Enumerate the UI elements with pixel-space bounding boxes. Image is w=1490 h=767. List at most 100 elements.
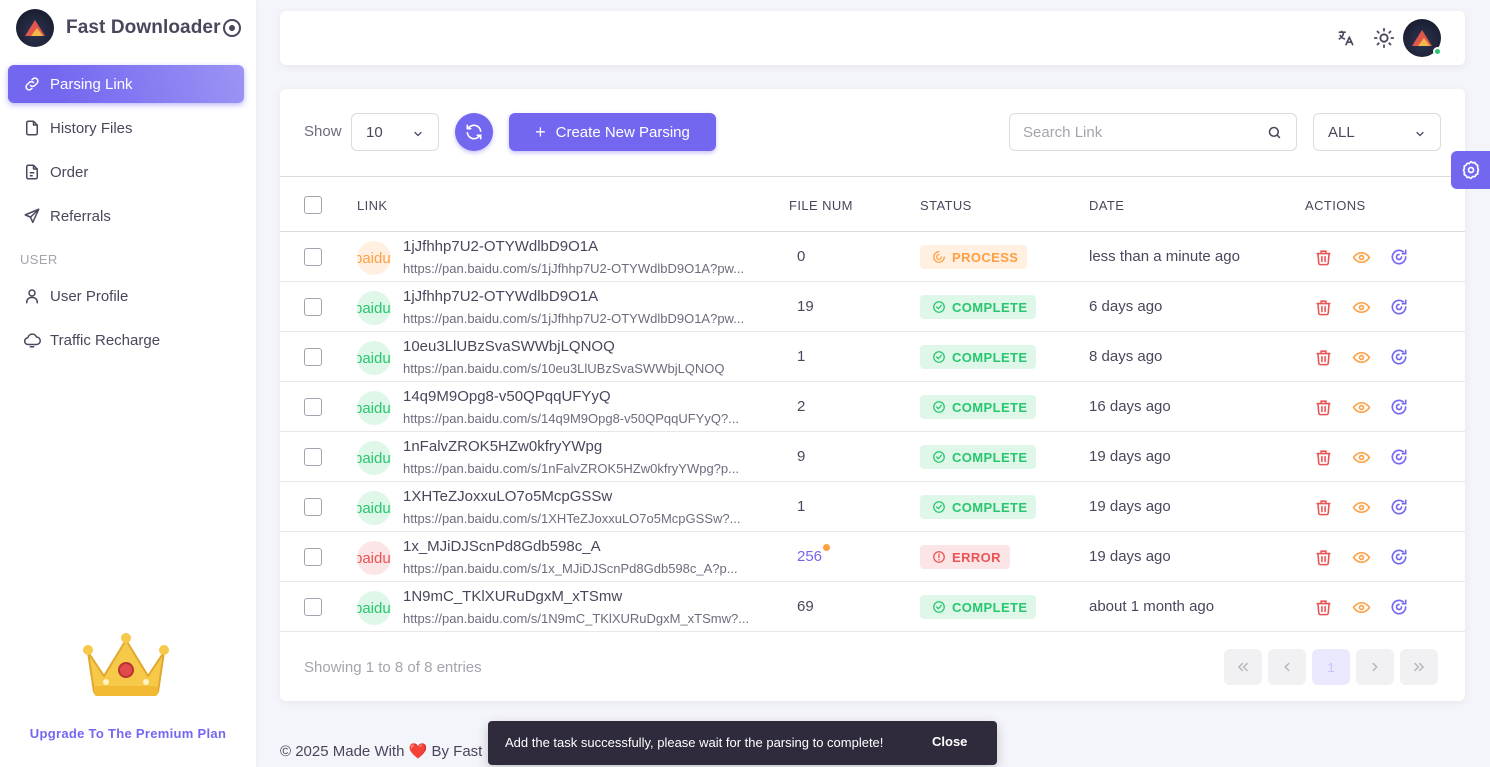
sidebar-item-label: Traffic Recharge bbox=[50, 331, 161, 349]
user-icon bbox=[22, 286, 42, 306]
link-title[interactable]: 1jJfhhp7U2-OTYWdlbD9O1A bbox=[403, 238, 598, 255]
translate-icon[interactable] bbox=[1334, 26, 1358, 50]
row-checkbox[interactable] bbox=[304, 248, 322, 266]
delete-icon[interactable] bbox=[1313, 397, 1333, 417]
reparse-icon[interactable] bbox=[1389, 297, 1409, 317]
last-page-button[interactable] bbox=[1400, 649, 1438, 685]
delete-icon[interactable] bbox=[1313, 347, 1333, 367]
row-checkbox[interactable] bbox=[304, 548, 322, 566]
delete-icon[interactable] bbox=[1313, 597, 1333, 617]
row-checkbox[interactable] bbox=[304, 498, 322, 516]
status-badge: COMPLETE bbox=[920, 595, 1037, 619]
reparse-icon[interactable] bbox=[1389, 397, 1409, 417]
delete-icon[interactable] bbox=[1313, 547, 1333, 567]
theme-customizer-button[interactable] bbox=[1451, 151, 1490, 189]
column-header-actions: ACTIONS bbox=[1305, 198, 1366, 213]
delete-icon[interactable] bbox=[1313, 297, 1333, 317]
reparse-icon[interactable] bbox=[1389, 347, 1409, 367]
delete-icon[interactable] bbox=[1313, 447, 1333, 467]
chevron-down-icon bbox=[412, 127, 424, 144]
row-checkbox[interactable] bbox=[304, 448, 322, 466]
sidebar-collapse-toggle[interactable] bbox=[223, 19, 241, 37]
sun-icon[interactable] bbox=[1372, 26, 1396, 50]
row-checkbox[interactable] bbox=[304, 298, 322, 316]
column-header-status[interactable]: STATUS bbox=[920, 198, 972, 213]
link-title[interactable]: 1x_MJiDJScnPd8Gdb598c_A bbox=[403, 538, 601, 555]
eye-icon[interactable] bbox=[1351, 397, 1371, 417]
file-num[interactable]: 256 bbox=[797, 544, 831, 565]
refresh-button[interactable] bbox=[455, 113, 493, 151]
sidebar-item-history-files[interactable]: History Files bbox=[8, 109, 244, 147]
eye-icon[interactable] bbox=[1351, 347, 1371, 367]
upgrade-link[interactable]: Upgrade To The Premium Plan bbox=[0, 726, 256, 741]
page-button-1[interactable]: 1 bbox=[1312, 649, 1350, 685]
table-row: baidu 1jJfhhp7U2-OTYWdlbD9O1A https://pa… bbox=[280, 232, 1465, 282]
column-header-link[interactable]: LINK bbox=[357, 198, 388, 213]
page-size-select[interactable]: 10 bbox=[351, 113, 439, 151]
eye-icon[interactable] bbox=[1351, 447, 1371, 467]
sidebar-item-referrals[interactable]: Referrals bbox=[8, 197, 244, 235]
link-title[interactable]: 10eu3LlUBzSvaSWWbjLQNOQ bbox=[403, 338, 615, 355]
link-title[interactable]: 14q9M9Opg8-v50QPqqUFYyQ bbox=[403, 388, 611, 405]
eye-icon[interactable] bbox=[1351, 597, 1371, 617]
top-navbar bbox=[280, 11, 1465, 65]
eye-icon[interactable] bbox=[1351, 297, 1371, 317]
circle-check-icon bbox=[932, 300, 946, 314]
reparse-icon[interactable] bbox=[1389, 597, 1409, 617]
row-date: less than a minute ago bbox=[1089, 248, 1240, 265]
circle-check-icon bbox=[932, 500, 946, 514]
sidebar-item-label: Referrals bbox=[50, 207, 111, 225]
column-header-date[interactable]: DATE bbox=[1089, 198, 1124, 213]
reparse-icon[interactable] bbox=[1389, 447, 1409, 467]
sidebar-item-parsing-link[interactable]: Parsing Link bbox=[8, 65, 244, 103]
file-num: 0 bbox=[797, 248, 805, 265]
eye-icon[interactable] bbox=[1351, 247, 1371, 267]
app-name: Fast Downloader bbox=[66, 17, 221, 38]
chevron-right-icon bbox=[1372, 662, 1378, 672]
row-checkbox[interactable] bbox=[304, 348, 322, 366]
status-label: PROCESS bbox=[952, 249, 1019, 265]
link-title[interactable]: 1N9mC_TKlXURuDgxM_xTSmw bbox=[403, 588, 622, 605]
next-page-button[interactable] bbox=[1356, 649, 1394, 685]
eye-icon[interactable] bbox=[1351, 547, 1371, 567]
entries-summary: Showing 1 to 8 of 8 entries bbox=[304, 659, 482, 676]
sidebar-item-label: Parsing Link bbox=[50, 75, 133, 93]
toast-close-button[interactable]: Close bbox=[932, 734, 967, 749]
table-body: baidu 1jJfhhp7U2-OTYWdlbD9O1A https://pa… bbox=[280, 232, 1465, 632]
loader-icon bbox=[932, 250, 946, 264]
delete-icon[interactable] bbox=[1313, 247, 1333, 267]
status-badge: COMPLETE bbox=[920, 395, 1037, 419]
search-icon[interactable] bbox=[1267, 125, 1282, 144]
reparse-icon[interactable] bbox=[1389, 247, 1409, 267]
brand[interactable]: Fast Downloader bbox=[16, 9, 246, 47]
chevrons-right-icon bbox=[1414, 662, 1425, 672]
first-page-button[interactable] bbox=[1224, 649, 1262, 685]
file-num: 1 bbox=[797, 348, 805, 365]
row-date: 6 days ago bbox=[1089, 298, 1163, 315]
select-all-checkbox[interactable] bbox=[304, 196, 322, 214]
row-checkbox[interactable] bbox=[304, 598, 322, 616]
status-filter-select[interactable]: ALL bbox=[1313, 113, 1441, 151]
reparse-icon[interactable] bbox=[1389, 547, 1409, 567]
sidebar-item-order[interactable]: Order bbox=[8, 153, 244, 191]
column-header-file-num[interactable]: FILE NUM bbox=[789, 198, 853, 213]
eye-icon[interactable] bbox=[1351, 497, 1371, 517]
online-status-dot bbox=[1433, 47, 1442, 56]
link-title[interactable]: 1jJfhhp7U2-OTYWdlbD9O1A bbox=[403, 288, 598, 305]
user-avatar[interactable] bbox=[1403, 19, 1442, 57]
create-new-parsing-button[interactable]: + Create New Parsing bbox=[509, 113, 716, 151]
sidebar-item-traffic-recharge[interactable]: Traffic Recharge bbox=[8, 321, 244, 359]
search-input[interactable] bbox=[1010, 114, 1250, 150]
link-url: https://pan.baidu.com/s/1XHTeZJoxxuLO7o5… bbox=[403, 511, 741, 526]
reparse-icon[interactable] bbox=[1389, 497, 1409, 517]
link-title[interactable]: 1XHTeZJoxxuLO7o5McpGSSw bbox=[403, 488, 612, 505]
file-num-value: 9 bbox=[797, 448, 806, 465]
previous-page-button[interactable] bbox=[1268, 649, 1306, 685]
delete-icon[interactable] bbox=[1313, 497, 1333, 517]
sidebar-item-user-profile[interactable]: User Profile bbox=[8, 277, 244, 315]
sidebar-item-label: History Files bbox=[50, 119, 133, 137]
sidebar-item-label: User Profile bbox=[50, 287, 129, 305]
link-url: https://pan.baidu.com/s/1nFalvZROK5HZw0k… bbox=[403, 461, 739, 476]
link-title[interactable]: 1nFalvZROK5HZw0kfryYWpg bbox=[403, 438, 602, 455]
row-checkbox[interactable] bbox=[304, 398, 322, 416]
